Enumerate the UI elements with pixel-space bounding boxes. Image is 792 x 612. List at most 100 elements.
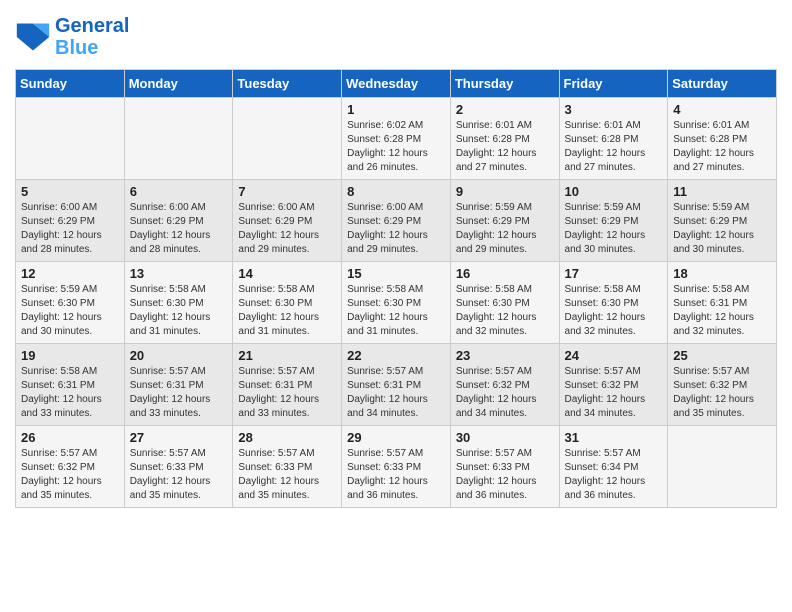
- day-info-line: Daylight: 12 hours: [347, 229, 445, 243]
- day-number: 23: [456, 348, 554, 363]
- day-info-line: Sunset: 6:33 PM: [238, 461, 336, 475]
- day-info-line: Sunset: 6:32 PM: [21, 461, 119, 475]
- day-info-line: Sunrise: 5:57 AM: [565, 365, 663, 379]
- day-info-line: Daylight: 12 hours: [456, 311, 554, 325]
- calendar-cell: 3Sunrise: 6:01 AMSunset: 6:28 PMDaylight…: [559, 98, 668, 180]
- day-info-line: Sunrise: 5:59 AM: [456, 201, 554, 215]
- day-info-line: Sunset: 6:28 PM: [347, 133, 445, 147]
- day-info-line: and 31 minutes.: [130, 325, 228, 339]
- day-number: 25: [673, 348, 771, 363]
- calendar-cell: 22 Sunrise: 5:57 AMSunset: 6:31 PMDayligh…: [342, 344, 451, 426]
- calendar-cell: [233, 98, 342, 180]
- day-info-line: Sunrise: 5:58 AM: [130, 283, 228, 297]
- day-info-line: Sunrise: 5:57 AM: [347, 447, 445, 461]
- day-info-line: Sunset: 6:31 PM: [21, 379, 119, 393]
- calendar-cell: [124, 98, 233, 180]
- day-info-line: Sunset: 6:29 PM: [21, 215, 119, 229]
- day-info-line: Sunrise: 5:58 AM: [565, 283, 663, 297]
- day-info-line: Sunrise: 6:01 AM: [456, 119, 554, 133]
- calendar-cell: 23Sunrise: 5:57 AMSunset: 6:32 PMDayligh…: [450, 344, 559, 426]
- calendar-cell: 10Sunrise: 5:59 AMSunset: 6:29 PMDayligh…: [559, 180, 668, 262]
- day-info-line: Sunrise: 5:57 AM: [565, 447, 663, 461]
- day-info-line: Sunset: 6:30 PM: [130, 297, 228, 311]
- calendar-cell: 25Sunrise: 5:57 AMSunset: 6:32 PMDayligh…: [668, 344, 777, 426]
- header-day-wednesday: Wednesday: [342, 70, 451, 98]
- day-info-line: Sunrise: 5:57 AM: [21, 447, 119, 461]
- day-info-line: Sunset: 6:29 PM: [456, 215, 554, 229]
- day-info-line: and 32 minutes.: [565, 325, 663, 339]
- day-info-line: Sunrise: 5:57 AM: [130, 447, 228, 461]
- day-info-line: Sunset: 6:31 PM: [130, 379, 228, 393]
- day-info-line: Sunrise: 6:01 AM: [673, 119, 771, 133]
- day-info-line: Daylight: 12 hours: [347, 147, 445, 161]
- logo-text-bottom: Blue: [55, 37, 129, 59]
- calendar-cell: 26Sunrise: 5:57 AMSunset: 6:32 PMDayligh…: [16, 426, 125, 508]
- day-number: 22: [347, 348, 445, 363]
- day-info-line: Sunset: 6:30 PM: [347, 297, 445, 311]
- day-info-line: Sunrise: 6:00 AM: [130, 201, 228, 215]
- day-info-line: and 33 minutes.: [238, 407, 336, 421]
- calendar-cell: 28Sunrise: 5:57 AMSunset: 6:33 PMDayligh…: [233, 426, 342, 508]
- day-info-line: Sunset: 6:33 PM: [130, 461, 228, 475]
- day-info-line: and 27 minutes.: [565, 161, 663, 175]
- logo-text-top: General: [55, 15, 129, 37]
- day-info-line: Sunset: 6:30 PM: [238, 297, 336, 311]
- calendar-cell: 9Sunrise: 5:59 AMSunset: 6:29 PMDaylight…: [450, 180, 559, 262]
- calendar-cell: 20Sunrise: 5:57 AMSunset: 6:31 PMDayligh…: [124, 344, 233, 426]
- calendar-cell: 11Sunrise: 5:59 AMSunset: 6:29 PMDayligh…: [668, 180, 777, 262]
- day-info-line: Daylight: 12 hours: [347, 393, 445, 407]
- day-info-line: Sunrise: 5:57 AM: [673, 365, 771, 379]
- calendar-cell: 14Sunrise: 5:58 AMSunset: 6:30 PMDayligh…: [233, 262, 342, 344]
- day-info-line: Daylight: 12 hours: [673, 229, 771, 243]
- day-number: 31: [565, 430, 663, 445]
- calendar-cell: [668, 426, 777, 508]
- day-info-line: Daylight: 12 hours: [130, 393, 228, 407]
- header-day-monday: Monday: [124, 70, 233, 98]
- day-info-line: and 30 minutes.: [21, 325, 119, 339]
- logo-icon: [15, 19, 51, 55]
- day-number: 6: [130, 184, 228, 199]
- calendar-cell: 27Sunrise: 5:57 AMSunset: 6:33 PMDayligh…: [124, 426, 233, 508]
- day-info-line: Sunset: 6:31 PM: [673, 297, 771, 311]
- calendar-cell: 19Sunrise: 5:58 AMSunset: 6:31 PMDayligh…: [16, 344, 125, 426]
- calendar-cell: 18Sunrise: 5:58 AMSunset: 6:31 PMDayligh…: [668, 262, 777, 344]
- day-info-line: Sunset: 6:33 PM: [347, 461, 445, 475]
- day-info-line: Sunrise: 6:00 AM: [347, 201, 445, 215]
- day-info-line: Sunset: 6:29 PM: [673, 215, 771, 229]
- day-info-line: and 31 minutes.: [238, 325, 336, 339]
- day-info-line: Sunset: 6:29 PM: [238, 215, 336, 229]
- day-info-line: Daylight: 12 hours: [347, 311, 445, 325]
- day-info-line: Daylight: 12 hours: [130, 311, 228, 325]
- day-info-line: and 35 minutes.: [130, 489, 228, 503]
- day-info-line: Sunrise: 5:57 AM: [238, 447, 336, 461]
- day-info-line: Sunrise: 5:58 AM: [238, 283, 336, 297]
- calendar-cell: 2Sunrise: 6:01 AMSunset: 6:28 PMDaylight…: [450, 98, 559, 180]
- day-info-line: Sunset: 6:28 PM: [673, 133, 771, 147]
- day-info-line: Sunset: 6:33 PM: [456, 461, 554, 475]
- day-info-line: Sunset: 6:28 PM: [565, 133, 663, 147]
- day-info-line: Sunrise: 5:57 AM: [347, 365, 445, 379]
- day-info-line: Daylight: 12 hours: [456, 229, 554, 243]
- day-info-line: and 35 minutes.: [238, 489, 336, 503]
- day-info-line: Daylight: 12 hours: [456, 393, 554, 407]
- calendar-cell: 5Sunrise: 6:00 AMSunset: 6:29 PMDaylight…: [16, 180, 125, 262]
- calendar-cell: 7Sunrise: 6:00 AMSunset: 6:29 PMDaylight…: [233, 180, 342, 262]
- day-info-line: and 27 minutes.: [456, 161, 554, 175]
- day-info-line: and 32 minutes.: [673, 325, 771, 339]
- day-info-line: Sunset: 6:30 PM: [21, 297, 119, 311]
- calendar-week-row: 26Sunrise: 5:57 AMSunset: 6:32 PMDayligh…: [16, 426, 777, 508]
- day-info-line: Sunset: 6:31 PM: [347, 379, 445, 393]
- day-info-line: and 36 minutes.: [456, 489, 554, 503]
- calendar-header-row: SundayMondayTuesdayWednesdayThursdayFrid…: [16, 70, 777, 98]
- day-info-line: and 31 minutes.: [347, 325, 445, 339]
- day-info-line: Daylight: 12 hours: [21, 229, 119, 243]
- day-info-line: Sunrise: 5:57 AM: [456, 365, 554, 379]
- day-info-line: Daylight: 12 hours: [565, 147, 663, 161]
- day-number: 15: [347, 266, 445, 281]
- day-info-line: Daylight: 12 hours: [456, 475, 554, 489]
- day-number: 12: [21, 266, 119, 281]
- day-info-line: and 33 minutes.: [130, 407, 228, 421]
- day-number: 18: [673, 266, 771, 281]
- header-day-sunday: Sunday: [16, 70, 125, 98]
- header-day-saturday: Saturday: [668, 70, 777, 98]
